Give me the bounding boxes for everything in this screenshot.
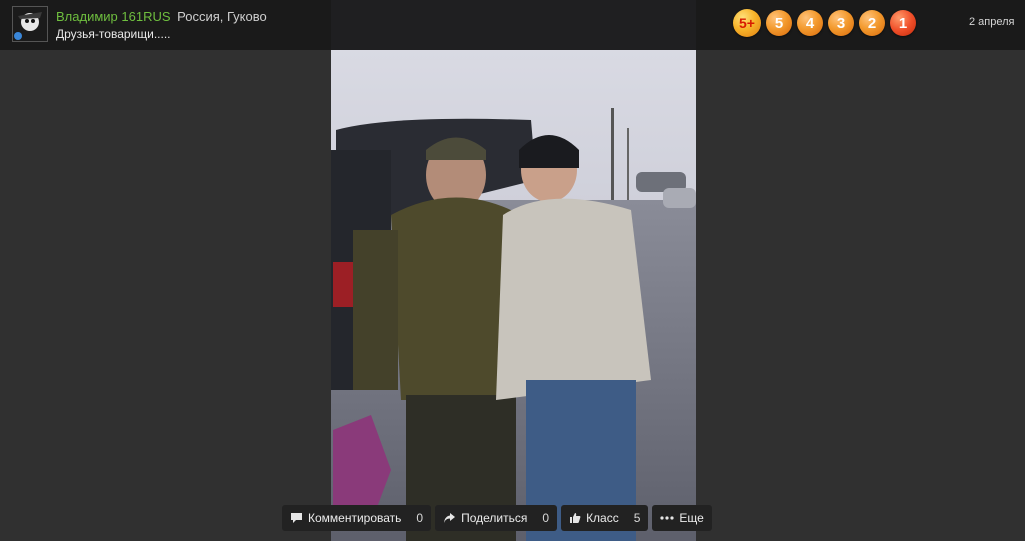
like-label: Класс: [586, 511, 619, 525]
rate-5-button[interactable]: 5: [766, 10, 792, 36]
share-label: Поделиться: [461, 511, 528, 525]
share-count: 0: [542, 511, 550, 525]
share-button[interactable]: Поделиться 0: [435, 505, 558, 531]
share-icon: [444, 513, 456, 523]
photo[interactable]: [331, 0, 696, 553]
rate-1-button[interactable]: 1: [890, 10, 916, 36]
page-bottom-edge: [0, 541, 1025, 553]
more-dots-icon: [660, 516, 675, 520]
comment-button[interactable]: Комментировать 0: [282, 505, 432, 531]
comment-count: 0: [416, 511, 424, 525]
like-button[interactable]: Класс 5: [561, 505, 649, 531]
author-avatar[interactable]: [12, 6, 48, 42]
photo-actions: Комментировать 0 Поделиться 0 Класс 5 Ещ…: [282, 505, 712, 531]
rate-5-plus-button[interactable]: 5+: [733, 9, 761, 37]
comment-label: Комментировать: [308, 511, 402, 525]
rate-3-button[interactable]: 3: [828, 10, 854, 36]
like-count: 5: [633, 511, 641, 525]
more-label: Еще: [679, 511, 704, 525]
comment-icon: [291, 513, 302, 523]
rate-2-button[interactable]: 2: [859, 10, 885, 36]
author-line: Владимир 161RUS Россия, Гуково: [56, 9, 267, 24]
photo-image: [331, 0, 696, 553]
more-button[interactable]: Еще: [652, 505, 712, 531]
author-name-link[interactable]: Владимир 161RUS: [56, 9, 171, 24]
photo-header: Владимир 161RUS Россия, Гуково Друзья-то…: [0, 0, 1025, 50]
author-location: Россия, Гуково: [177, 9, 267, 24]
avatar-image: [13, 7, 47, 41]
rating-bar: 5+ 5 4 3 2 1: [733, 9, 916, 37]
thumbs-up-icon: [570, 513, 581, 523]
photo-caption: Друзья-товарищи.....: [56, 27, 171, 41]
rate-4-button[interactable]: 4: [797, 10, 823, 36]
post-date: 2 апреля: [969, 16, 1015, 28]
